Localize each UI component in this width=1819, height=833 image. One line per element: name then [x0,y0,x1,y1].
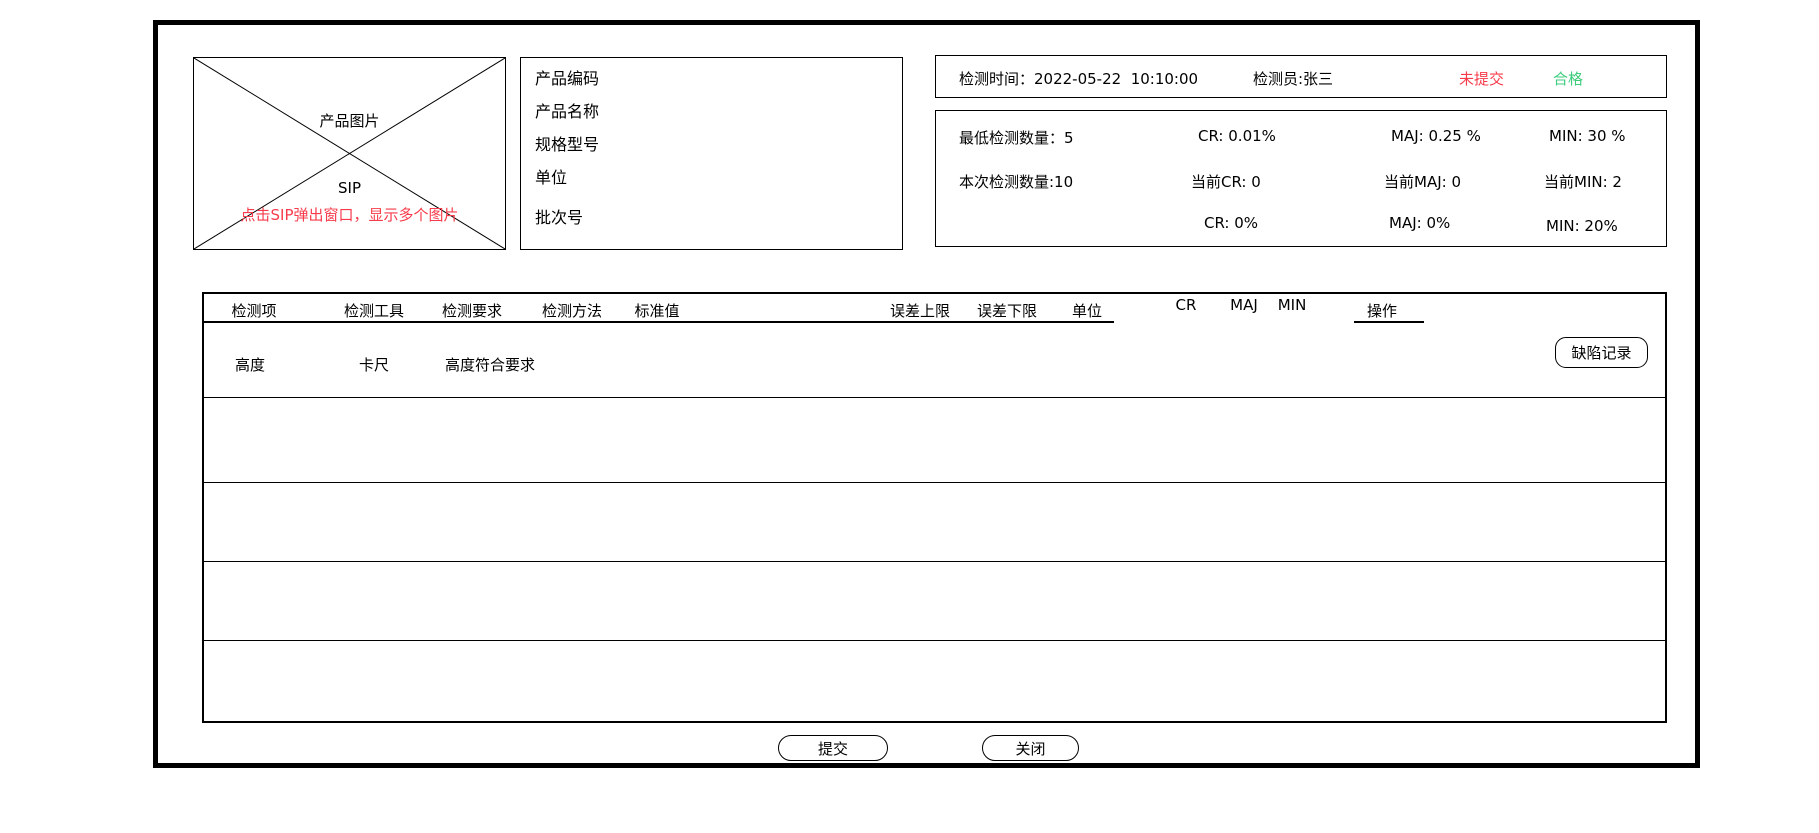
col-header-requirement: 检测要求 [442,300,502,321]
col-header-item: 检测项 [231,300,276,321]
inspection-table: 检测项 检测工具 检测要求 检测方法 标准值 误差上限 误差下限 单位 CR M… [202,292,1667,723]
stat-min-rate: MIN: 20% [1546,217,1618,235]
stat-min-current: 当前MIN: 2 [1544,171,1622,192]
sip-link[interactable]: SIP [194,179,505,197]
stat-maj-limit: MAJ: 0.25 % [1391,127,1481,145]
row1-tool: 卡尺 [359,354,389,375]
result-status-badge: 合格 [1553,68,1583,89]
col-header-lower-limit: 误差下限 [977,300,1037,321]
inspector-name: 检测员:张三 [1253,68,1333,89]
field-product-name: 产品名称 [535,98,599,122]
field-batch-number: 批次号 [535,204,583,228]
stat-cr-current: 当前CR: 0 [1191,171,1261,192]
field-spec-model: 规格型号 [535,131,599,155]
sip-note: 点击SIP弹出窗口，显示多个图片 [194,204,505,225]
col-header-unit: 单位 [1072,300,1102,321]
product-image-label: 产品图片 [194,110,505,131]
inspection-time: 检测时间：2022-05-22 10:10:00 [959,68,1198,89]
submit-status-badge: 未提交 [1459,68,1504,89]
stat-maj-rate: MAJ: 0% [1389,214,1450,232]
stat-current-qty: 本次检测数量:10 [959,171,1073,192]
col-header-standard: 标准值 [634,300,679,321]
inspection-dialog: 产品图片 SIP 点击SIP弹出窗口，显示多个图片 产品编码 产品名称 规格型号… [0,0,1819,833]
row1-item: 高度 [235,354,265,375]
row-divider [204,482,1665,483]
stat-min-limit: MIN: 30 % [1549,127,1626,145]
row1-requirement: 高度符合要求 [445,354,535,375]
stat-maj-current: 当前MAJ: 0 [1384,171,1461,192]
header-divider [204,321,1114,323]
field-unit: 单位 [535,164,567,188]
defect-record-button[interactable]: 缺陷记录 [1555,337,1648,368]
col-header-maj: MAJ [1230,296,1258,314]
submit-button[interactable]: 提交 [778,735,888,761]
col-header-min: MIN [1278,296,1307,314]
col-header-method: 检测方法 [542,300,602,321]
inspection-stats-panel: 最低检测数量：5 CR: 0.01% MAJ: 0.25 % MIN: 30 %… [935,110,1667,247]
product-info-panel: 产品编码 产品名称 规格型号 单位 批次号 [520,57,903,250]
col-header-cr: CR [1176,296,1197,314]
product-image-placeholder[interactable]: 产品图片 SIP 点击SIP弹出窗口，显示多个图片 [193,57,506,250]
field-product-code: 产品编码 [535,65,599,89]
col-header-action: 操作 [1367,300,1397,321]
action-header-divider [1354,321,1424,323]
inspection-info-bar: 检测时间：2022-05-22 10:10:00 检测员:张三 未提交 合格 [935,55,1667,98]
row-divider [204,397,1665,398]
close-button[interactable]: 关闭 [982,735,1079,761]
col-header-tool: 检测工具 [344,300,404,321]
row-divider [204,561,1665,562]
stat-cr-rate: CR: 0% [1204,214,1258,232]
row-divider [204,640,1665,641]
stat-min-qty: 最低检测数量：5 [959,127,1074,148]
col-header-upper-limit: 误差上限 [890,300,950,321]
stat-cr-limit: CR: 0.01% [1198,127,1276,145]
